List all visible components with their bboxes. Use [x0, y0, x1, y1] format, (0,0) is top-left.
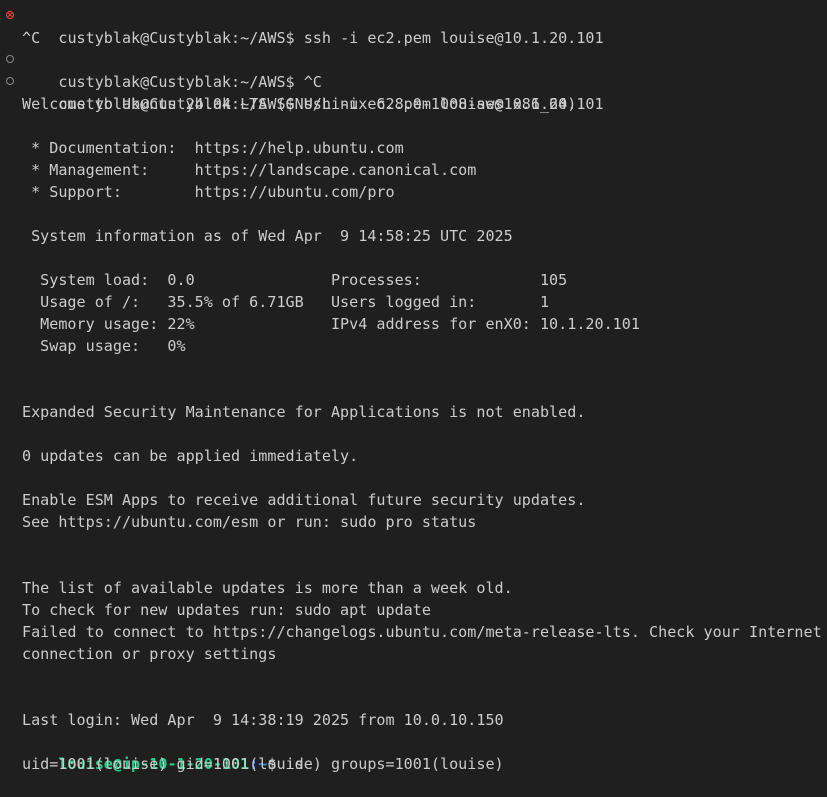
command-marker-icon[interactable] [6, 55, 14, 63]
terminal-line-32 [0, 687, 827, 709]
terminal-line-19: Expanded Security Maintenance for Applic… [22, 403, 586, 421]
terminal-line-6 [0, 115, 827, 137]
terminal-output[interactable]: custyblak@Custyblak:~/AWS$ ssh -i ec2.pe… [0, 5, 827, 775]
terminal-line-27: The list of available updates is more th… [22, 579, 513, 597]
terminal-line-25 [0, 533, 827, 555]
terminal-line-2: ^C [22, 29, 41, 47]
terminal-line-26 [0, 555, 827, 577]
terminal-line-22 [0, 467, 827, 489]
terminal-line-30: connection or proxy settings [22, 645, 277, 663]
terminal-line-23: Enable ESM Apps to receive additional fu… [22, 491, 586, 509]
terminal-line-28: To check for new updates run: sudo apt u… [22, 601, 431, 619]
terminal-line-17 [0, 357, 827, 379]
terminal-line-13: System load: 0.0 Processes: 105 [22, 271, 568, 289]
terminal-line-12 [0, 247, 827, 269]
terminal-line-16: Swap usage: 0% [22, 337, 186, 355]
terminal-line-18 [0, 379, 827, 401]
terminal-line-11: System information as of Wed Apr 9 14:58… [22, 227, 513, 245]
terminal-line-14: Usage of /: 35.5% of 6.71GB Users logged… [22, 293, 550, 311]
terminal-line-8: * Management: https://landscape.canonica… [22, 161, 477, 179]
terminal-line-5: Welcome to Ubuntu 24.04 LTS (GNU/Linux 6… [22, 95, 577, 113]
terminal-line-1: custyblak@Custyblak:~/AWS$ ssh -i ec2.pe… [0, 5, 827, 47]
command-marker-icon[interactable] [6, 77, 14, 85]
terminal-line-15: Memory usage: 22% IPv4 address for enX0:… [22, 315, 640, 333]
remote-prompt-line: louise@ip-10-1-20-101:~$ id [0, 731, 827, 773]
terminal-line-3: custyblak@Custyblak:~/AWS$ ^C [0, 49, 827, 91]
terminal-line-20 [0, 423, 827, 445]
terminal-line-9: * Support: https://ubuntu.com/pro [22, 183, 395, 201]
command-output-line: uid=1001(louise) gid=1001(louise) groups… [22, 755, 504, 773]
terminal-line-31 [0, 665, 827, 687]
terminal-line-10 [0, 203, 827, 225]
terminal-line-7: * Documentation: https://help.ubuntu.com [22, 139, 404, 157]
terminal-line-24: See https://ubuntu.com/esm or run: sudo … [22, 513, 477, 531]
terminal-line-29: Failed to connect to https://changelogs.… [22, 623, 822, 641]
terminal-line-4: custyblak@Custyblak:~/AWS$ ssh -i ec2.pe… [0, 71, 827, 113]
terminal-line-33: Last login: Wed Apr 9 14:38:19 2025 from… [22, 711, 504, 729]
terminal-line-21: 0 updates can be applied immediately. [22, 447, 359, 465]
command-error-icon[interactable] [6, 11, 14, 19]
